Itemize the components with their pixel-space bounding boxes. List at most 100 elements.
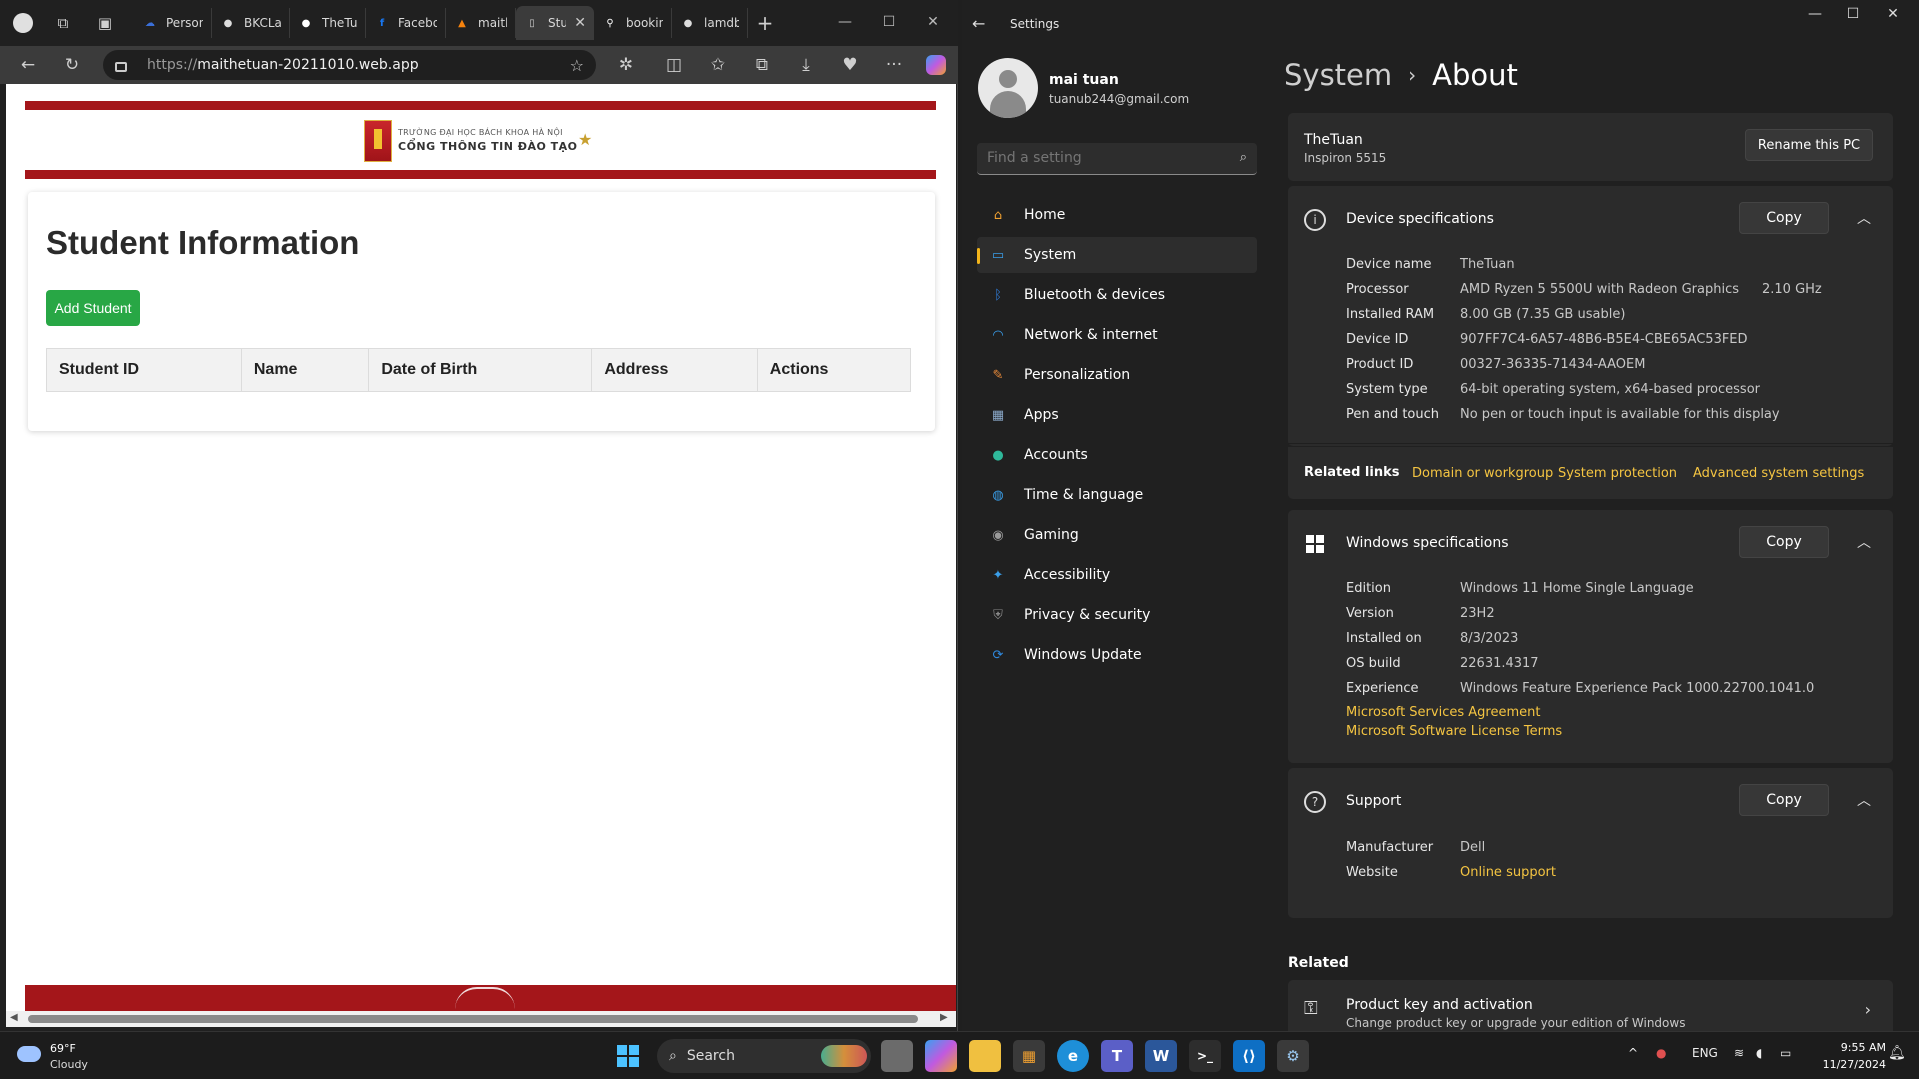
scrollbar-thumb[interactable] xyxy=(28,1015,918,1023)
related-heading: Related xyxy=(1288,955,1349,971)
split-screen-icon[interactable]: ◫ xyxy=(660,52,688,78)
browser-essentials-icon[interactable]: ♥ xyxy=(836,52,864,78)
clock-date[interactable]: 11/27/2024 xyxy=(1816,1058,1886,1071)
domain-workgroup-link[interactable]: Domain or workgroup xyxy=(1412,466,1553,481)
downloads-icon[interactable]: ⤓ xyxy=(792,52,820,78)
settings-gear-icon[interactable]: ⚙ xyxy=(1277,1040,1309,1072)
advanced-system-settings-link[interactable]: Advanced system settings xyxy=(1693,466,1864,481)
browser-tab[interactable]: f Faceboo xyxy=(366,8,446,38)
support-panel: ? Support Copy ︿ Manufacturer Dell Websi… xyxy=(1288,768,1893,918)
scroll-right-icon[interactable]: ▶ xyxy=(940,1012,948,1023)
weather-temperature[interactable]: 69°F xyxy=(50,1042,76,1055)
close-button[interactable]: ✕ xyxy=(1873,6,1913,28)
vertical-tabs-icon[interactable]: ▣ xyxy=(92,11,118,35)
spec-row: OS build 22631.4317 xyxy=(1288,652,1893,677)
copilot-icon[interactable] xyxy=(925,1040,957,1072)
nav-item[interactable]: ▭ System xyxy=(977,237,1257,273)
breadcrumb-parent[interactable]: System xyxy=(1284,58,1392,92)
support-header[interactable]: ? Support Copy ︿ xyxy=(1288,768,1893,836)
nav-item[interactable]: ⛨ Privacy & security xyxy=(977,597,1257,633)
windows-specs-header[interactable]: Windows specifications Copy ︿ xyxy=(1288,510,1893,578)
chevron-up-icon[interactable]: ^ xyxy=(1628,1046,1638,1060)
spec-label: System type xyxy=(1346,382,1428,397)
weather-condition[interactable]: Cloudy xyxy=(50,1058,88,1071)
search-box[interactable]: ⌕ xyxy=(977,143,1257,175)
security-tray-icon[interactable]: ● xyxy=(1656,1046,1666,1060)
add-student-button[interactable]: Add Student xyxy=(46,290,140,326)
browser-tab[interactable]: ● TheTua xyxy=(290,8,366,38)
close-tab-icon[interactable]: ✕ xyxy=(574,15,586,31)
edge-icon[interactable]: e xyxy=(1057,1040,1089,1072)
collections-icon[interactable]: ⧉ xyxy=(748,52,776,78)
taskbar-search[interactable]: ⌕ Search xyxy=(657,1039,871,1073)
file-explorer-icon[interactable] xyxy=(969,1040,1001,1072)
battery-icon[interactable]: ▭ xyxy=(1780,1046,1791,1060)
maximize-button[interactable]: ☐ xyxy=(1833,6,1873,28)
more-options-icon[interactable]: ··· xyxy=(880,52,908,78)
nav-item[interactable]: ⟳ Windows Update xyxy=(977,637,1257,673)
nav-item[interactable]: ◉ Gaming xyxy=(977,517,1257,553)
online-support-link[interactable]: Online support xyxy=(1460,865,1556,880)
license-terms-link[interactable]: Microsoft Software License Terms xyxy=(1346,724,1562,739)
chevron-up-icon[interactable]: ︿ xyxy=(1857,790,1871,810)
product-key-item[interactable]: ⚿ Product key and activation Change prod… xyxy=(1288,980,1893,1031)
task-view-icon[interactable] xyxy=(881,1040,913,1072)
cloud-icon[interactable] xyxy=(17,1046,41,1062)
copy-device-specs-button[interactable]: Copy xyxy=(1739,202,1829,234)
address-bar[interactable]: https:// maithetuan-20211010.web.app ☆ xyxy=(103,50,596,80)
favorites-icon[interactable]: ✩ xyxy=(704,52,732,78)
terminal-icon[interactable]: >_ xyxy=(1189,1040,1221,1072)
nav-item[interactable]: ● Accounts xyxy=(977,437,1257,473)
close-button[interactable]: ✕ xyxy=(918,10,948,34)
search-input[interactable] xyxy=(977,143,1217,173)
rename-pc-button[interactable]: Rename this PC xyxy=(1745,129,1873,161)
favorite-star-icon[interactable]: ☆ xyxy=(570,56,584,75)
nav-item[interactable]: ◍ Time & language xyxy=(977,477,1257,513)
profile-icon[interactable] xyxy=(10,11,36,35)
workspaces-icon[interactable]: ⧉ xyxy=(50,11,76,35)
browser-tab[interactable]: ● lamdb/l xyxy=(672,8,748,38)
spec-row: Pen and touch No pen or touch input is av… xyxy=(1288,403,1893,428)
nav-item[interactable]: ✦ Accessibility xyxy=(977,557,1257,593)
horizontal-scrollbar[interactable]: ◀ ▶ xyxy=(6,1011,956,1027)
maximize-button[interactable]: ☐ xyxy=(874,10,904,34)
nav-item[interactable]: ✎ Personalization xyxy=(977,357,1257,393)
browser-tab[interactable]: ⚲ booking xyxy=(594,8,672,38)
copilot-icon[interactable] xyxy=(922,52,950,78)
scroll-left-icon[interactable]: ◀ xyxy=(10,1012,18,1023)
services-agreement-link[interactable]: Microsoft Services Agreement xyxy=(1346,705,1540,720)
notification-bell-icon[interactable]: 🔔︎ xyxy=(1888,1045,1906,1061)
nav-item[interactable]: ◠ Network & internet xyxy=(977,317,1257,353)
store-icon[interactable]: ▦ xyxy=(1013,1040,1045,1072)
back-icon[interactable]: ← xyxy=(14,52,42,78)
browser-tab[interactable]: ▲ maithet xyxy=(446,8,516,38)
browser-tab[interactable]: ▯ Stu ✕ xyxy=(516,6,594,40)
avatar[interactable] xyxy=(978,58,1038,118)
nav-item-label: Gaming xyxy=(1024,527,1079,543)
copy-windows-specs-button[interactable]: Copy xyxy=(1739,526,1829,558)
refresh-icon[interactable]: ↻ xyxy=(58,52,86,78)
vscode-icon[interactable]: ⟨⟩ xyxy=(1233,1040,1265,1072)
start-button[interactable] xyxy=(612,1040,644,1072)
system-protection-link[interactable]: System protection xyxy=(1558,466,1677,481)
teams-icon[interactable]: T xyxy=(1101,1040,1133,1072)
word-icon[interactable]: W xyxy=(1145,1040,1177,1072)
wifi-icon[interactable]: ≋ xyxy=(1734,1046,1744,1060)
chevron-up-icon[interactable]: ︿ xyxy=(1857,532,1871,552)
back-arrow-icon[interactable]: ← xyxy=(972,14,985,33)
chevron-up-icon[interactable]: ︿ xyxy=(1857,208,1871,228)
nav-item[interactable]: ᛒ Bluetooth & devices xyxy=(977,277,1257,313)
nav-item[interactable]: ⌂ Home xyxy=(977,197,1257,233)
browser-tab[interactable]: ☁ Persona xyxy=(134,8,212,38)
minimize-button[interactable]: — xyxy=(1795,6,1835,28)
nav-item[interactable]: ▦ Apps xyxy=(977,397,1257,433)
copy-support-button[interactable]: Copy xyxy=(1739,784,1829,816)
extensions-icon[interactable]: ✲ xyxy=(612,52,640,78)
new-tab-button[interactable]: + xyxy=(752,11,778,35)
clock-time[interactable]: 9:55 AM xyxy=(1831,1041,1886,1054)
device-specs-header[interactable]: i Device specifications Copy ︿ xyxy=(1288,186,1893,254)
browser-tab[interactable]: ● BKCLab xyxy=(212,8,290,38)
volume-icon[interactable]: ◖ xyxy=(1756,1046,1762,1060)
language-indicator[interactable]: ENG xyxy=(1692,1046,1718,1060)
minimize-button[interactable]: — xyxy=(830,10,860,34)
